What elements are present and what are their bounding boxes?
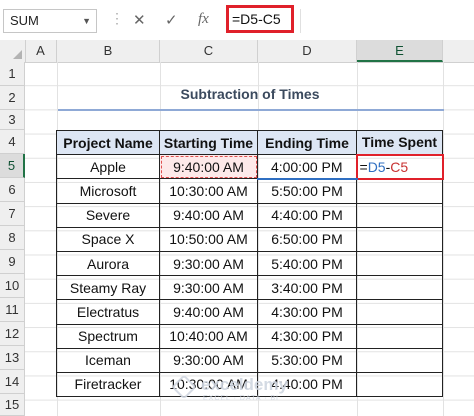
active-cell-time-spent[interactable]: =D5-C5: [355, 153, 444, 180]
cell-project-name[interactable]: Steamy Ray: [56, 275, 160, 301]
time-table: Project Name Starting Time Ending Time T…: [56, 129, 444, 398]
cell-project-name[interactable]: Spectrum: [56, 323, 160, 349]
title-underline: [58, 109, 444, 111]
cell-project-name[interactable]: Microsoft: [56, 178, 160, 204]
cell-project-name[interactable]: Space X: [56, 226, 160, 252]
cell-ending-time[interactable]: 5:50:00 PM: [257, 178, 357, 204]
cell-time-spent[interactable]: [356, 250, 443, 277]
cell-ending-time[interactable]: 4:30:00 PM: [257, 299, 357, 325]
row-header-9[interactable]: 9: [0, 250, 25, 274]
name-box-value: SUM: [10, 13, 39, 28]
table-row: Steamy Ray 9:30:00 AM 3:40:00 PM: [56, 275, 443, 301]
cell-starting-time[interactable]: 9:30:00 AM: [159, 275, 258, 301]
row-header-5[interactable]: 5: [0, 154, 25, 178]
watermark: exceldemy EXCEL · DATA · BI: [171, 374, 345, 406]
cell-time-spent[interactable]: [356, 226, 443, 252]
enter-icon[interactable]: ✓: [165, 11, 178, 29]
row-header-7[interactable]: 7: [0, 202, 25, 226]
row-header-3[interactable]: 3: [0, 110, 25, 130]
column-header-b[interactable]: B: [57, 40, 160, 62]
cell-project-name[interactable]: Iceman: [56, 347, 160, 373]
table-row: Microsoft 10:30:00 AM 5:50:00 PM: [56, 178, 443, 204]
cancel-icon[interactable]: ✕: [133, 11, 146, 29]
column-header-a[interactable]: A: [25, 40, 57, 62]
watermark-tagline: EXCEL · DATA · BI: [203, 395, 279, 402]
cell-project-name[interactable]: Electratus: [56, 299, 160, 325]
watermark-name: exceldemy: [201, 375, 288, 394]
column-header-c[interactable]: C: [160, 40, 258, 62]
table-row: Apple 9:40:00 AM 4:00:00 PM =D5-C5: [56, 153, 444, 180]
header-project-name[interactable]: Project Name: [56, 129, 160, 156]
column-header-e[interactable]: E: [357, 40, 443, 62]
cell-ending-time[interactable]: 3:40:00 PM: [257, 275, 357, 301]
row-header-10[interactable]: 10: [0, 274, 25, 298]
table-row: Aurora 9:30:00 AM 5:40:00 PM: [56, 250, 443, 277]
cell-time-spent[interactable]: [356, 275, 443, 301]
cell-ending-time[interactable]: 5:40:00 PM: [257, 250, 357, 277]
row-header-8[interactable]: 8: [0, 226, 25, 250]
cell-ending-time[interactable]: 4:40:00 PM: [257, 202, 357, 228]
cell-project-name[interactable]: Aurora: [56, 250, 160, 277]
column-header-d[interactable]: D: [258, 40, 357, 62]
cell-starting-time[interactable]: 10:30:00 AM: [159, 178, 258, 204]
row-header-11[interactable]: 11: [0, 298, 25, 322]
row-header-2[interactable]: 2: [0, 86, 25, 110]
cell-time-spent[interactable]: [356, 299, 443, 325]
cell-starting-time[interactable]: 10:50:00 AM: [159, 226, 258, 252]
row-header-12[interactable]: 12: [0, 322, 25, 346]
formula-input[interactable]: =D5-C5: [226, 5, 294, 33]
table-row: Space X 10:50:00 AM 6:50:00 PM: [56, 226, 443, 252]
table-row: Spectrum 10:40:00 AM 4:30:00 PM: [56, 323, 443, 349]
row-header-15[interactable]: 15: [0, 394, 25, 416]
cell-time-spent[interactable]: [356, 323, 443, 349]
cell-starting-time[interactable]: 9:40:00 AM: [159, 299, 258, 325]
cell-project-name[interactable]: Severe: [56, 202, 160, 228]
header-starting-time[interactable]: Starting Time: [159, 129, 258, 156]
cell-starting-time[interactable]: 9:40:00 AM: [159, 154, 258, 180]
formula-bar: SUM ▼ ⋮ ✕ ✓ fx =D5-C5: [0, 0, 474, 41]
exceldemy-logo-icon: [171, 374, 197, 400]
select-all-button[interactable]: [0, 40, 26, 62]
name-box[interactable]: SUM ▼: [3, 9, 97, 33]
header-time-spent[interactable]: Time Spent: [356, 129, 443, 156]
header-ending-time[interactable]: Ending Time: [257, 129, 357, 156]
row-header-6[interactable]: 6: [0, 178, 25, 202]
cell-ending-time[interactable]: 5:30:00 PM: [257, 347, 357, 373]
cell-time-spent[interactable]: [356, 202, 443, 228]
row-header-4[interactable]: 4: [0, 130, 25, 154]
table-row: Iceman 9:30:00 AM 5:30:00 PM: [56, 347, 443, 373]
table-row: Electratus 9:40:00 AM 4:30:00 PM: [56, 299, 443, 325]
row-header-1[interactable]: 1: [0, 62, 25, 86]
cell-starting-time[interactable]: 9:30:00 AM: [159, 250, 258, 277]
chevron-down-icon[interactable]: ▼: [82, 10, 91, 32]
cell-ending-time[interactable]: 4:00:00 PM: [257, 154, 357, 180]
formula-ref-c5: C5: [390, 158, 409, 175]
table-header-row: Project Name Starting Time Ending Time T…: [56, 129, 443, 156]
sheet-title: Subtraction of Times: [180, 86, 320, 102]
cell-time-spent[interactable]: [356, 178, 443, 204]
formula-equals: =: [359, 158, 368, 175]
table-row: Severe 9:40:00 AM 4:40:00 PM: [56, 202, 443, 228]
cell-project-name[interactable]: Apple: [56, 154, 160, 180]
cell-time-spent[interactable]: [356, 347, 443, 373]
formula-bar-grip-icon: ⋮: [110, 10, 124, 26]
cell-starting-time[interactable]: 9:40:00 AM: [159, 202, 258, 228]
formula-input-area[interactable]: [300, 9, 474, 33]
formula-ref-d5: D5: [367, 158, 386, 175]
cell-time-spent[interactable]: [356, 371, 443, 398]
column-headers: A B C D E: [0, 40, 474, 63]
cell-ending-time[interactable]: 6:50:00 PM: [257, 226, 357, 252]
insert-function-icon[interactable]: fx: [198, 11, 209, 28]
cell-project-name[interactable]: Firetracker: [56, 371, 160, 398]
row-header-13[interactable]: 13: [0, 346, 25, 370]
cell-ending-time[interactable]: 4:30:00 PM: [257, 323, 357, 349]
cell-starting-time[interactable]: 9:30:00 AM: [159, 347, 258, 373]
row-header-14[interactable]: 14: [0, 370, 25, 394]
cell-starting-time[interactable]: 10:40:00 AM: [159, 323, 258, 349]
